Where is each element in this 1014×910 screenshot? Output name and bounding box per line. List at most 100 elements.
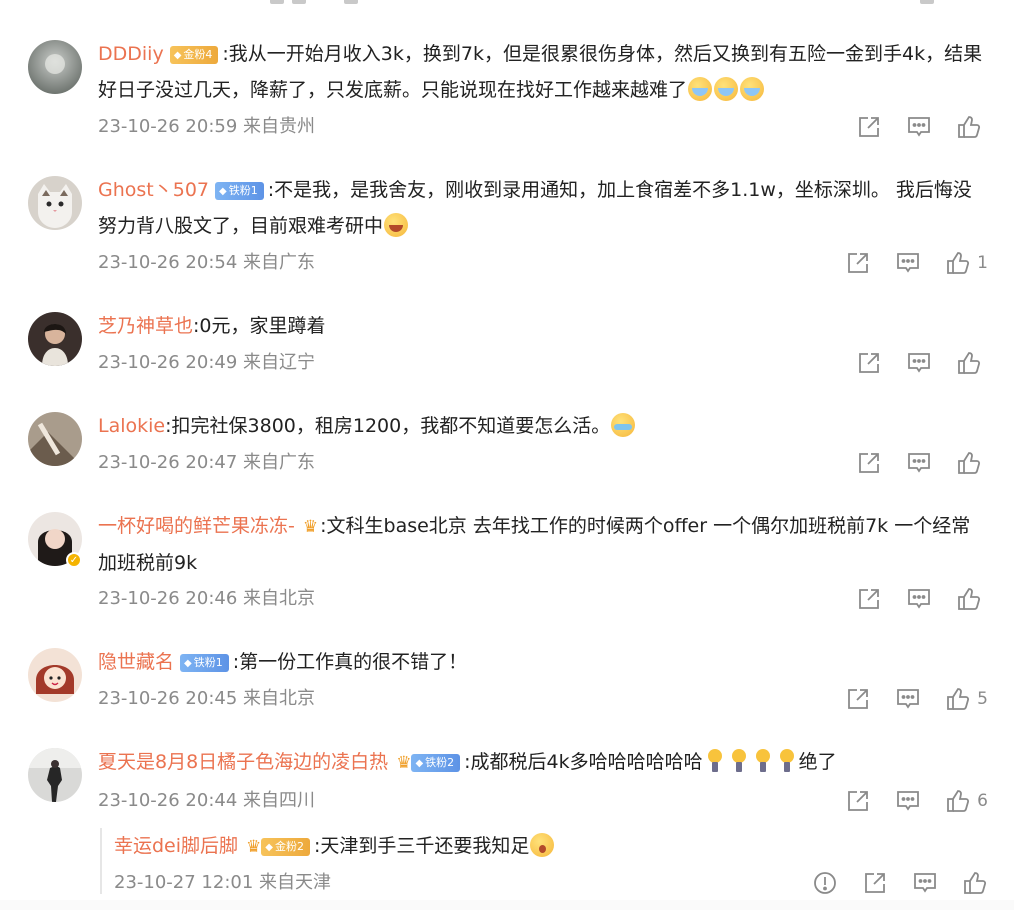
username-link[interactable]: 幸运dei脚后脚 xyxy=(114,835,238,857)
share-button[interactable] xyxy=(845,686,871,712)
crown-badge-icon[interactable]: ♛ xyxy=(396,745,411,781)
like-button[interactable] xyxy=(956,450,988,476)
comment-button[interactable] xyxy=(906,586,932,612)
cry-emoji-icon xyxy=(740,77,765,101)
comment-meta: 23-10-26 20:45 来自北京 xyxy=(98,684,315,714)
comment-icon xyxy=(908,589,930,609)
comment-meta: 23-10-26 20:44 来自四川 xyxy=(98,786,315,816)
username-link[interactable]: Lalokie xyxy=(98,415,165,437)
comment-icon xyxy=(908,353,930,373)
username-link[interactable]: DDDiiy xyxy=(98,43,164,65)
share-button[interactable] xyxy=(856,350,882,376)
like-icon xyxy=(947,688,970,710)
comment-actions xyxy=(832,112,988,142)
share-button[interactable] xyxy=(856,586,882,612)
like-button[interactable] xyxy=(962,870,988,896)
comment-icon xyxy=(897,689,920,709)
location: 来自北京 xyxy=(243,588,316,609)
like-button[interactable]: 6 xyxy=(945,788,988,814)
cry-emoji-icon xyxy=(688,77,713,101)
fan-badge[interactable]: ◆ 铁粉1 xyxy=(180,654,229,672)
bulb-emoji-icon xyxy=(728,749,750,773)
comment-actions: 1 xyxy=(821,248,988,278)
lol-cry-emoji-icon xyxy=(384,213,409,237)
comment-icon xyxy=(914,873,936,893)
badge-gem-icon: ◆ xyxy=(184,658,192,669)
fan-badge[interactable]: ◆ 金粉2 xyxy=(261,838,310,856)
username-link[interactable]: 芝乃神草也 xyxy=(98,315,193,337)
report-button[interactable] xyxy=(812,870,838,896)
timestamp: 23-10-26 20:49 xyxy=(98,352,238,373)
comment-meta: 23-10-26 20:46 来自北京 xyxy=(98,584,315,614)
verified-icon: ✓ xyxy=(66,552,82,568)
comment-button[interactable] xyxy=(895,250,921,276)
like-icon xyxy=(958,352,981,374)
fan-badge[interactable]: ◆ 铁粉2 xyxy=(411,754,461,772)
comment-body: Ghost丶507 ◆ 铁粉1:不是我，是我舍友，刚收到录用通知，加上食宿差不多1.… xyxy=(98,172,988,244)
reply-meta: 23-10-27 12:01 来自天津 xyxy=(114,868,331,898)
fan-badge[interactable]: ◆ 铁粉1 xyxy=(215,182,264,200)
bulb-emoji-icon xyxy=(704,749,726,773)
like-button[interactable] xyxy=(956,350,988,376)
like-button[interactable] xyxy=(956,586,988,612)
share-icon xyxy=(848,689,869,709)
share-button[interactable] xyxy=(845,250,871,276)
comment-meta: 23-10-26 20:59 来自贵州 xyxy=(98,112,315,142)
report-icon xyxy=(814,872,836,894)
comment-body: 隐世藏名 ◆ 铁粉1:第一份工作真的很不错了！ xyxy=(98,644,988,680)
avatar[interactable] xyxy=(28,312,82,366)
avatar[interactable] xyxy=(28,176,82,230)
share-icon xyxy=(859,453,879,473)
like-icon xyxy=(964,872,987,894)
like-button[interactable]: 5 xyxy=(945,686,988,712)
like-icon xyxy=(958,452,981,474)
reply-thread-line xyxy=(100,828,102,894)
share-button[interactable] xyxy=(856,114,882,140)
badge-gem-icon: ◆ xyxy=(415,758,424,769)
share-button[interactable] xyxy=(862,870,888,896)
like-button[interactable]: 1 xyxy=(945,250,988,276)
username-link[interactable]: 隐世藏名 xyxy=(98,651,174,673)
comment-button[interactable] xyxy=(906,450,932,476)
like-count: 6 xyxy=(977,791,988,811)
share-icon xyxy=(859,353,879,373)
comment-button[interactable] xyxy=(895,686,921,712)
shock-emoji-icon xyxy=(530,833,555,857)
location: 来自广东 xyxy=(243,252,316,273)
avatar[interactable] xyxy=(28,748,82,802)
comment-button[interactable] xyxy=(906,114,932,140)
avatar[interactable] xyxy=(28,412,82,466)
share-button[interactable] xyxy=(845,788,871,814)
timestamp: 23-10-26 20:47 xyxy=(98,452,238,473)
timestamp: 23-10-26 20:54 xyxy=(98,252,238,273)
comment-meta: 23-10-26 20:47 来自广东 xyxy=(98,448,315,478)
location: 来自天津 xyxy=(259,872,332,893)
avatar[interactable] xyxy=(28,40,82,94)
comment-actions xyxy=(832,348,988,378)
timestamp: 23-10-26 20:44 xyxy=(98,790,238,811)
comment-button[interactable] xyxy=(895,788,921,814)
comment-button[interactable] xyxy=(906,350,932,376)
location: 来自四川 xyxy=(243,790,316,811)
comment-body: 夏天是8月8日橘子色海边的凌白热 ♛ ◆ 铁粉2:成都税后4k多哈哈哈哈哈哈 绝了 xyxy=(98,744,988,781)
crown-badge-icon[interactable]: ♛ xyxy=(303,509,318,545)
reply-text: :天津到手三千还要我知足 xyxy=(313,835,530,857)
like-button[interactable] xyxy=(956,114,988,140)
username-link[interactable]: 夏天是8月8日橘子色海边的凌白热 xyxy=(98,751,388,773)
bottom-fade xyxy=(0,900,1014,910)
crown-badge-icon[interactable]: ♛ xyxy=(246,829,261,865)
share-icon xyxy=(848,253,869,273)
like-icon xyxy=(958,588,981,610)
comment-text: :我从一开始月收入3k，换到7k，但是很累很伤身体，然后又换到有五险一金到手4k… xyxy=(98,43,983,101)
username-link[interactable]: 一杯好喝的鲜芒果冻冻- xyxy=(98,515,295,537)
share-button[interactable] xyxy=(856,450,882,476)
share-icon xyxy=(859,117,879,137)
avatar[interactable] xyxy=(28,648,82,702)
bulb-emoji-icon xyxy=(752,749,774,773)
fan-badge[interactable]: ◆ 金粉4 xyxy=(169,46,219,64)
timestamp: 23-10-26 20:45 xyxy=(98,688,238,709)
comment-button[interactable] xyxy=(912,870,938,896)
share-icon xyxy=(848,791,869,811)
comment-icon xyxy=(897,791,920,811)
username-link[interactable]: Ghost丶507 xyxy=(98,179,209,201)
